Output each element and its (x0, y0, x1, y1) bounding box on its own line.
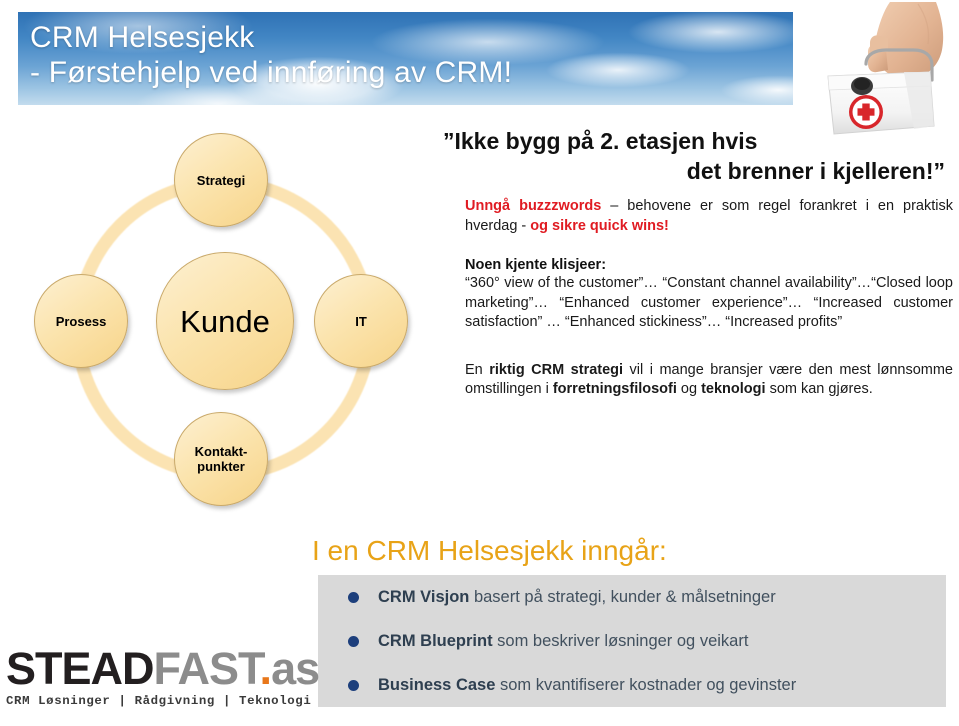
diagram-node-strategi-label: Strategi (196, 172, 246, 188)
logo-part-as: as (271, 643, 320, 694)
list-item-bold: CRM Blueprint (378, 632, 493, 650)
list-item-text: Business Case som kvantifiserer kostnade… (378, 675, 796, 695)
list-item-rest: som beskriver løsninger og veikart (492, 632, 749, 650)
klisjeer-body: “360° view of the customer”… “Constant c… (465, 275, 953, 330)
bullet-dot-icon (348, 591, 359, 603)
diagram-node-strategi[interactable]: Strategi (174, 133, 268, 227)
list-item[interactable]: CRM Visjon basert på strategi, kunder & … (318, 575, 946, 619)
bullet-dot-icon (348, 679, 359, 691)
klisjeer-block: Noen kjente klisjeer: “360° view of the … (443, 257, 953, 333)
diagram-node-prosess-label: Prosess (55, 313, 107, 329)
buzzwords-lead: Unngå buzzzwords (465, 198, 602, 214)
logo-tagline: CRM Løsninger | Rådgivning | Teknologi (6, 694, 312, 708)
header-banner: CRM Helsesjekk - Førstehjelp ved innføri… (18, 12, 793, 105)
strategi-b2: forretningsfilosofi (552, 381, 677, 397)
list-item[interactable]: Business Case som kvantifiserer kostnade… (318, 663, 946, 707)
klisjeer-heading: Noen kjente klisjeer: (465, 257, 607, 273)
bullet-panel: CRM Visjon basert på strategi, kunder & … (318, 575, 946, 707)
logo-part-fast: FAST (153, 643, 261, 694)
content-column: ”Ikke bygg på 2. etasjen hvis det brenne… (443, 126, 953, 400)
logo-part-stead: STEAD (6, 643, 155, 694)
list-item-rest: basert på strategi, kunder & målsetninge… (469, 588, 776, 606)
first-aid-kit-image (827, 2, 944, 135)
diagram-node-kontaktpunkter[interactable]: Kontakt- punkter (174, 412, 268, 506)
diagram-node-kontaktpunkter-label: Kontakt- punkter (194, 444, 248, 474)
diagram-node-kunde-label: Kunde (180, 303, 270, 339)
inngar-heading: I en CRM Helsesjekk inngår: (312, 535, 667, 566)
strategi-p3: og (676, 381, 702, 397)
diagram-node-kunde[interactable]: Kunde (156, 252, 294, 390)
list-item-text: CRM Visjon basert på strategi, kunder & … (378, 587, 776, 607)
bullet-dot-icon (348, 635, 359, 647)
logo-wordmark: STEADFAST.as (6, 643, 320, 694)
list-item-text: CRM Blueprint som beskriver løsninger og… (378, 631, 748, 651)
steadfast-logo: STEADFAST.as CRM Løsninger | Rådgivning … (6, 643, 320, 709)
diagram-node-prosess[interactable]: Prosess (34, 274, 128, 368)
pull-quote-line1: ”Ikke bygg på 2. etasjen hvis (443, 128, 758, 154)
pull-quote: ”Ikke bygg på 2. etasjen hvis det brenne… (443, 126, 953, 186)
buzzwords-paragraph: Unngå buzzzwords – behovene er som regel… (443, 197, 953, 236)
strategi-paragraph: En riktig CRM strategi vil i mange brans… (443, 361, 953, 400)
page-title: CRM Helsesjekk - Førstehjelp ved innføri… (30, 21, 513, 89)
list-item-bold: CRM Visjon (378, 588, 470, 606)
strategi-b3: teknologi (701, 381, 766, 397)
list-item-rest: som kvantifiserer kostnader og gevinster (495, 676, 797, 694)
pull-quote-line2: det brenner i kjelleren!” (686, 158, 945, 184)
strategi-b1: riktig CRM strategi (489, 361, 624, 378)
strategi-p1: En (465, 361, 490, 378)
list-item-bold: Business Case (378, 676, 496, 694)
strategi-p4: som kan gjøres. (765, 381, 873, 397)
diagram-node-it-label: IT (355, 313, 367, 329)
logo-part-dot: . (259, 643, 272, 694)
list-item[interactable]: CRM Blueprint som beskriver løsninger og… (318, 619, 946, 663)
crm-circle-diagram: Strategi Prosess IT Kontakt- punkter Kun… (8, 128, 428, 513)
buzzwords-tail: og sikre quick wins! (530, 217, 669, 234)
diagram-node-it[interactable]: IT (314, 274, 408, 368)
